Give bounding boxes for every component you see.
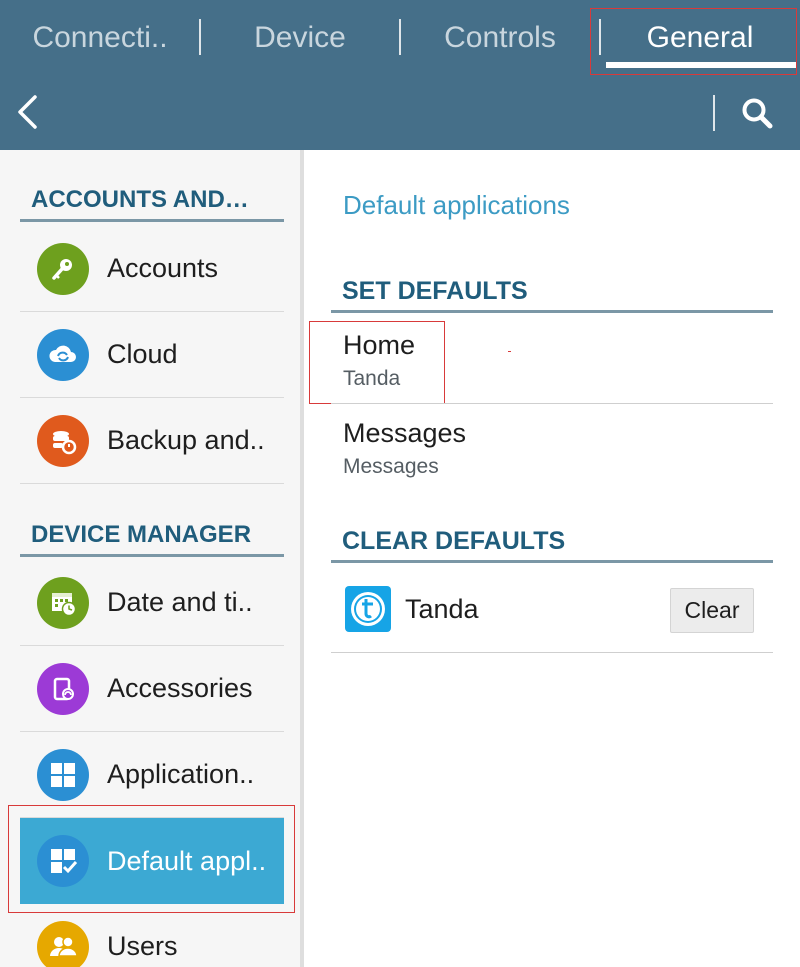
item-title: Messages xyxy=(343,418,467,448)
default-item-home[interactable]: Home Tanda xyxy=(331,316,773,404)
toolbar-divider xyxy=(713,95,715,131)
cloud-sync-icon xyxy=(37,328,89,381)
default-apps-icon xyxy=(37,835,89,887)
sidebar-item-accounts[interactable]: Accounts xyxy=(20,226,284,312)
annotation-mark xyxy=(508,351,511,352)
sidebar-item-label: Users xyxy=(107,931,178,961)
search-button[interactable] xyxy=(734,92,782,136)
sidebar-item-label: Default appl.. xyxy=(107,845,267,876)
tab-bar: Connecti.. Device Controls General xyxy=(0,0,800,76)
sidebar-item-default-applications[interactable]: Default appl.. xyxy=(20,818,284,904)
tab-connections[interactable]: Connecti.. xyxy=(0,0,200,76)
item-subtitle: Tanda xyxy=(343,367,401,390)
apps-grid-icon xyxy=(37,748,89,801)
set-defaults-header: SET DEFAULTS xyxy=(331,273,773,313)
active-tab-indicator xyxy=(606,62,796,68)
sidebar-section-device-manager: DEVICE MANAGER xyxy=(20,515,284,557)
sidebar-item-accessories[interactable]: Accessories xyxy=(20,646,284,732)
item-subtitle: Messages xyxy=(343,455,439,478)
default-item-messages[interactable]: Messages Messages xyxy=(331,404,773,492)
tanda-app-icon xyxy=(345,586,391,632)
search-icon xyxy=(742,98,773,129)
tab-controls[interactable]: Controls xyxy=(400,0,600,76)
sidebar-item-cloud[interactable]: Cloud xyxy=(20,312,284,398)
sidebar-item-backup[interactable]: Backup and.. xyxy=(20,398,284,484)
users-icon xyxy=(37,920,89,967)
sidebar-item-date-time[interactable]: Date and ti.. xyxy=(20,560,284,646)
item-title: Home xyxy=(343,330,416,360)
sidebar-section-accounts: ACCOUNTS AND… xyxy=(20,180,284,222)
sidebar-item-label: Application.. xyxy=(107,759,255,789)
page-title: Default applications xyxy=(343,190,570,220)
sidebar-item-users[interactable]: Users xyxy=(20,904,284,967)
sidebar-item-applications[interactable]: Application.. xyxy=(20,732,284,818)
tab-device[interactable]: Device xyxy=(200,0,400,76)
pane-divider xyxy=(300,150,304,967)
sidebar-item-label: Date and ti.. xyxy=(107,587,253,617)
sidebar-item-label: Accessories xyxy=(107,673,253,703)
clear-button[interactable]: Clear xyxy=(670,588,754,633)
list-divider xyxy=(331,652,773,653)
back-button[interactable] xyxy=(8,88,48,138)
calendar-clock-icon xyxy=(37,576,89,629)
clear-defaults-header: CLEAR DEFAULTS xyxy=(331,523,773,563)
chevron-left-icon xyxy=(18,95,37,129)
sidebar-item-label: Cloud xyxy=(107,339,178,369)
key-icon xyxy=(37,242,89,295)
sidebar-item-label: Backup and.. xyxy=(107,425,265,455)
accessory-icon xyxy=(37,662,89,715)
clear-defaults-app-name: Tanda xyxy=(405,594,479,624)
app-header: Connecti.. Device Controls General xyxy=(0,0,800,150)
backup-icon xyxy=(37,414,89,467)
sidebar-item-label: Accounts xyxy=(107,253,219,283)
